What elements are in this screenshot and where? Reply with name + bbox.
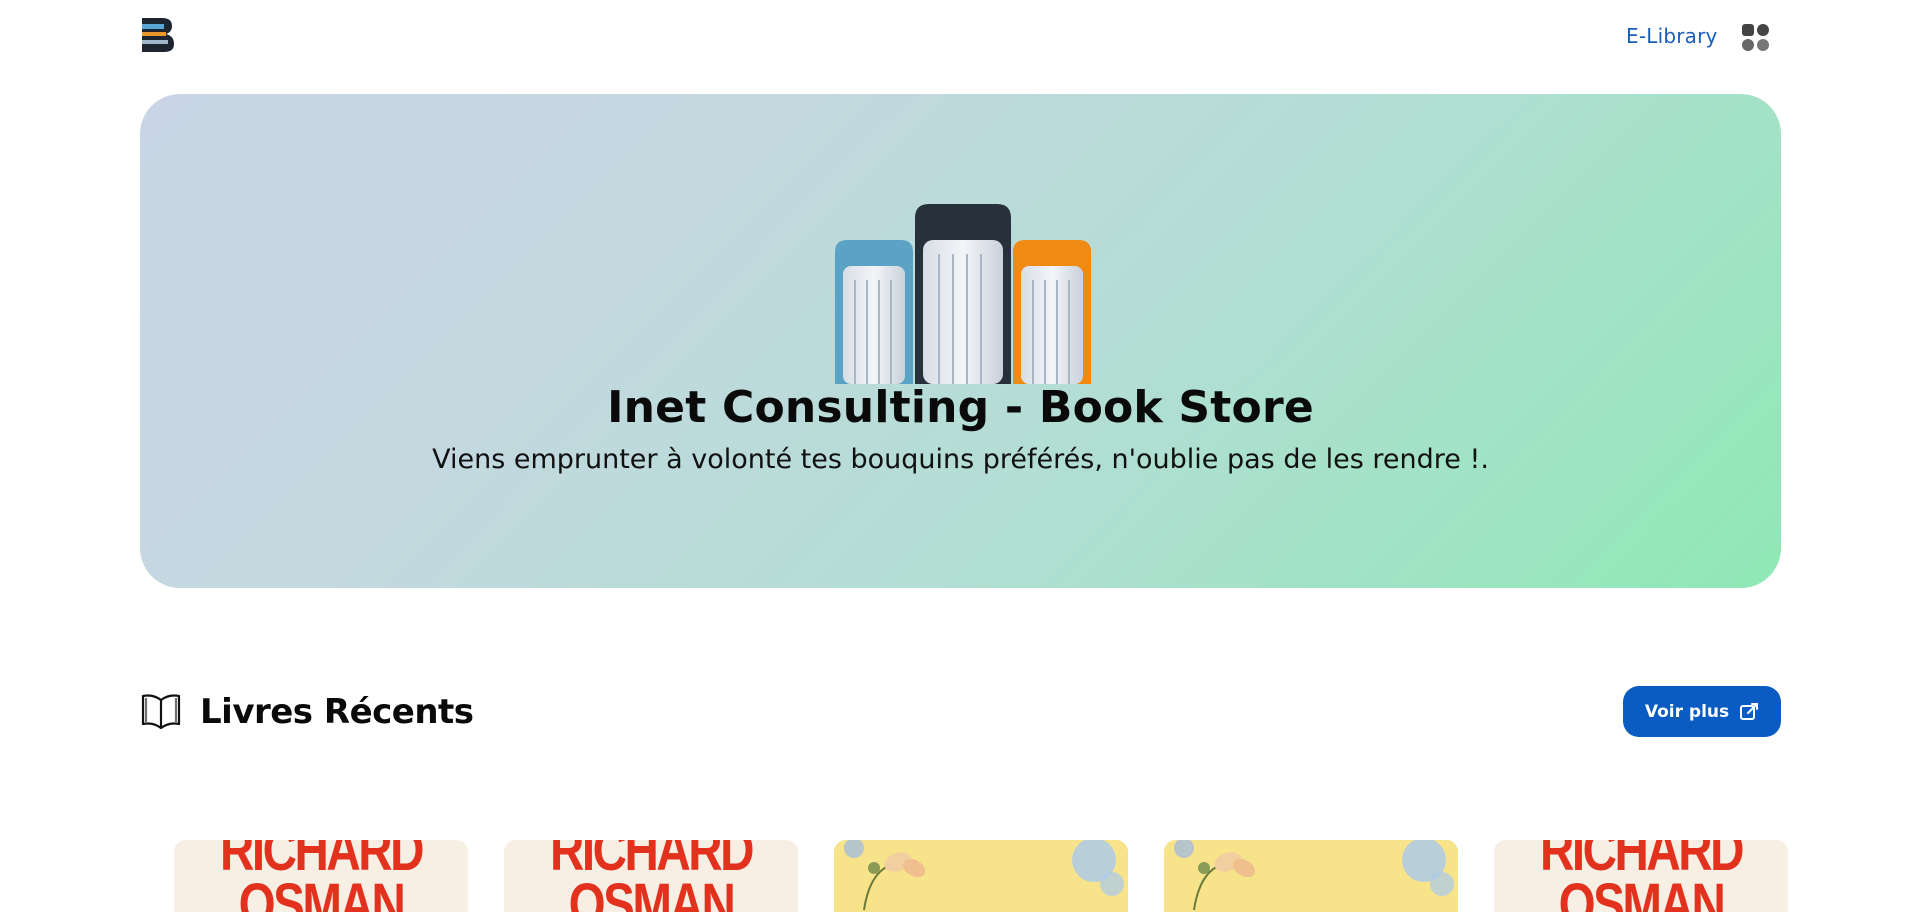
flower-cover-image [1164, 840, 1458, 912]
book-card[interactable] [1164, 840, 1458, 912]
book-cover-text: RICHARD OSMAN [549, 840, 755, 912]
hero-subtitle: Viens emprunter à volonté tes bouquins p… [432, 444, 1489, 475]
book-card[interactable]: RICHARD OSMAN [504, 840, 798, 912]
book-cover-text: RICHARD OSMAN [1539, 840, 1745, 912]
see-more-button[interactable]: Voir plus [1623, 686, 1781, 737]
hero-banner: Inet Consulting - Book Store Viens empru… [140, 94, 1781, 588]
top-navbar: E-Library [0, 0, 1920, 76]
apps-grid-icon[interactable] [1742, 24, 1770, 52]
nav-link-e-library[interactable]: E-Library [1626, 24, 1718, 48]
section-title: Livres Récents [200, 692, 474, 732]
flower-cover-image [834, 840, 1128, 912]
book-card[interactable]: RICHARD OSMAN [174, 840, 468, 912]
external-edit-icon [1740, 702, 1759, 720]
open-book-icon [141, 694, 181, 730]
books-illustration-icon [835, 204, 1091, 384]
hero-title: Inet Consulting - Book Store [607, 382, 1314, 433]
book-cover-text: RICHARD OSMAN [219, 840, 425, 912]
recent-books-header: Livres Récents Voir plus [140, 686, 1781, 740]
brand-logo[interactable] [140, 16, 176, 54]
book-card[interactable] [834, 840, 1128, 912]
see-more-label: Voir plus [1644, 701, 1730, 722]
recent-books-list: RICHARD OSMAN RICHARD OSMAN RICHARD OSMA… [174, 840, 1794, 912]
book-card[interactable]: RICHARD OSMAN [1494, 840, 1788, 912]
